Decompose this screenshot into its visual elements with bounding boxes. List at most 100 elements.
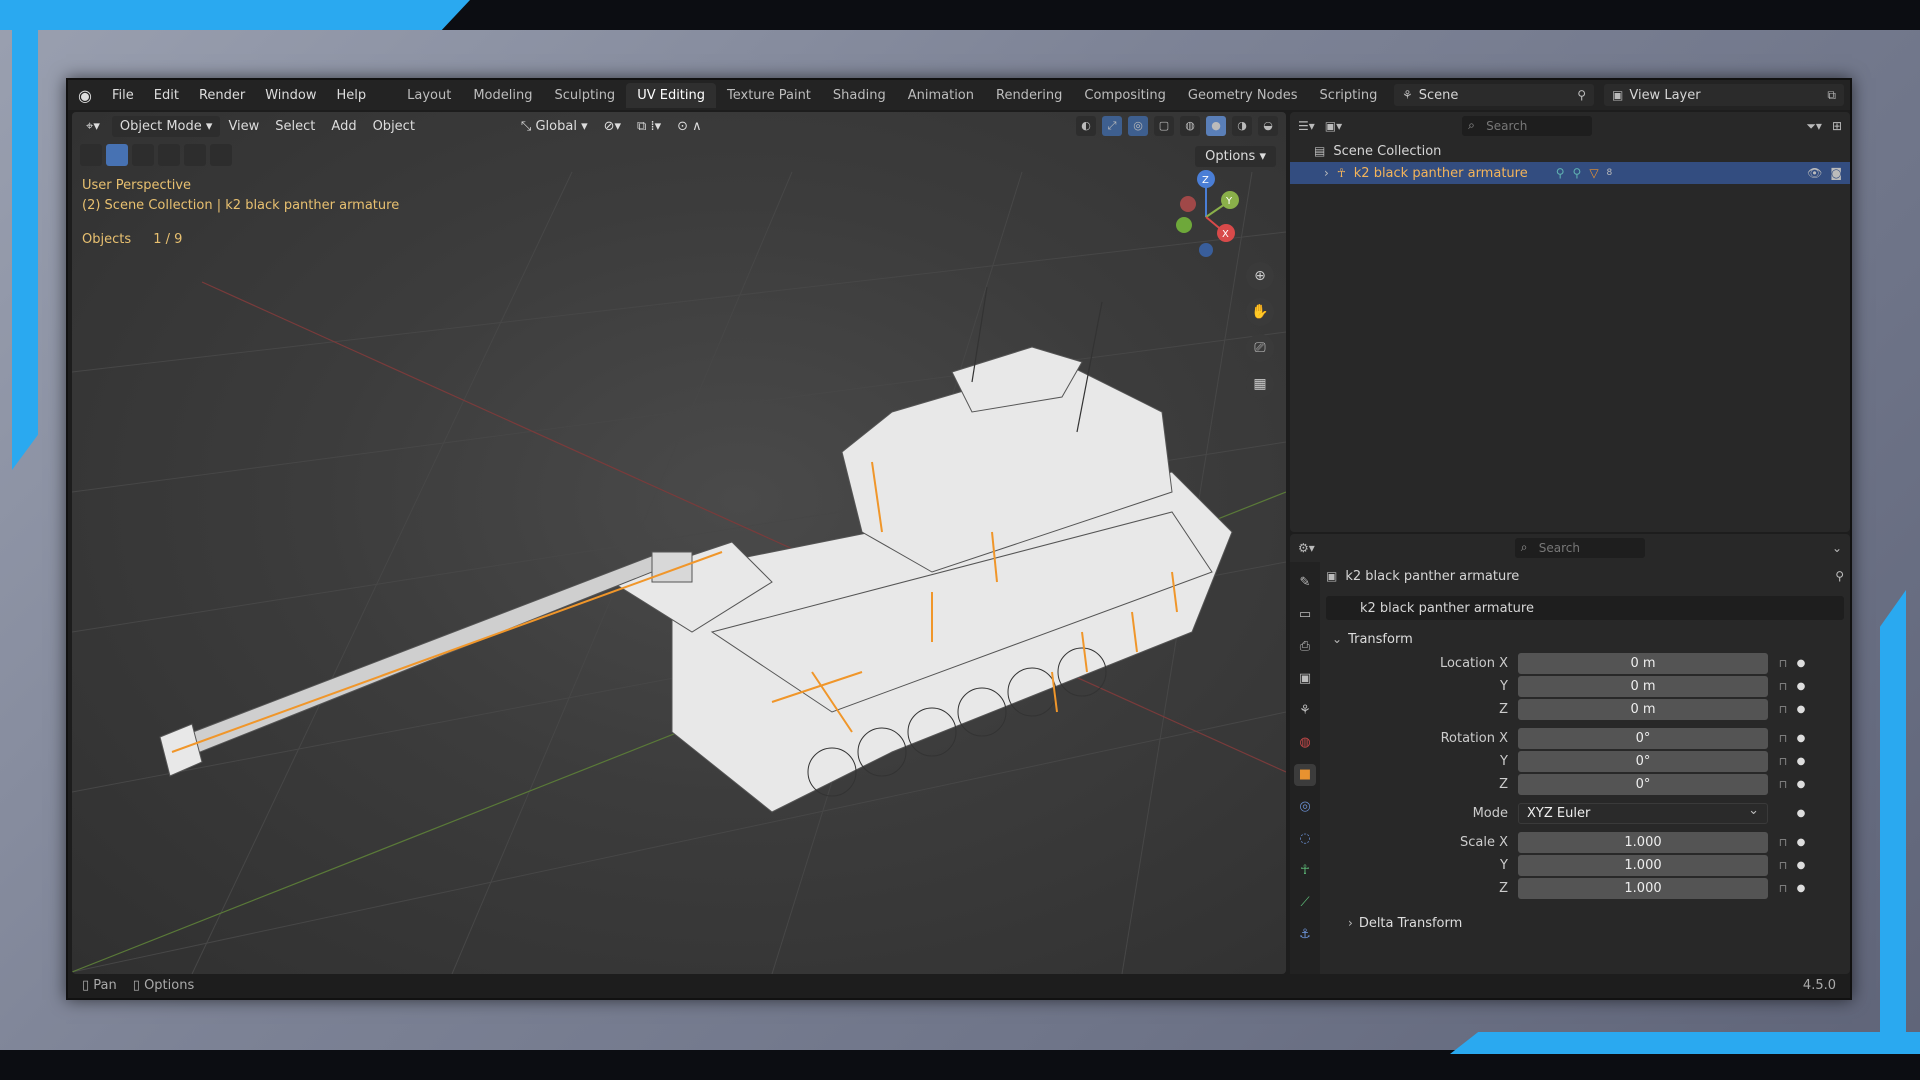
output-tab-icon[interactable]: ⎙ [1294,636,1316,658]
solid-shading-icon[interactable]: ● [1206,116,1226,136]
menu-render[interactable]: Render [189,88,255,103]
lock-icon[interactable]: ⊓ [1772,703,1794,716]
scale-x-field[interactable]: 1.000 [1518,832,1768,853]
rotation-mode-dropdown[interactable]: XYZ Euler [1518,801,1768,824]
armature-data-icon[interactable]: ⚲ [1556,166,1565,180]
blender-logo-icon[interactable]: ◉ [68,86,102,105]
lock-icon[interactable]: ⊓ [1772,755,1794,768]
object-data-tab-icon[interactable]: ☥ [1294,860,1316,882]
select-box-subtract-icon[interactable] [158,144,180,166]
tab-rendering[interactable]: Rendering [985,83,1073,108]
material-shading-icon[interactable]: ◑ [1232,116,1252,136]
select-box-invert-icon[interactable] [184,144,206,166]
overlay-icon[interactable]: ◎ [1128,116,1148,136]
object-tab-icon[interactable]: ■ [1294,764,1316,786]
scene-selector[interactable]: ⚘ Scene ⚲ [1394,84,1594,106]
scale-y-field[interactable]: 1.000 [1518,855,1768,876]
delta-transform-panel-header[interactable]: › Delta Transform [1326,910,1844,936]
visibility-icon[interactable]: ◐ [1076,116,1096,136]
physics-tab-icon[interactable]: ◌ [1294,828,1316,850]
mesh-icon[interactable]: ▽ [1589,166,1598,180]
select-box-extend-icon[interactable] [132,144,154,166]
lock-icon[interactable]: ⊓ [1772,657,1794,670]
lock-icon[interactable]: ⊓ [1772,859,1794,872]
select-box-intersect-icon[interactable] [210,144,232,166]
lock-icon[interactable]: ⊓ [1772,680,1794,693]
outliner-editor-type-icon[interactable]: ☰▾ [1298,119,1315,133]
keyframe-dot-icon[interactable]: ● [1794,808,1808,819]
object-mode-dropdown[interactable]: Object Mode ▾ [111,115,221,137]
perspective-toggle-icon[interactable]: ▦ [1246,370,1274,398]
tab-scripting[interactable]: Scripting [1309,83,1389,108]
camera-render-icon[interactable]: ◙ [1830,166,1842,180]
view-layer-tab-icon[interactable]: ▣ [1294,668,1316,690]
pan-hand-icon[interactable]: ✋ [1246,298,1274,326]
camera-view-icon[interactable]: ⎚ [1246,334,1274,362]
rotation-y-field[interactable]: 0° [1518,751,1768,772]
outliner-search-input[interactable]: Search [1462,115,1593,136]
tab-compositing[interactable]: Compositing [1073,83,1177,108]
outliner-item-armature[interactable]: › ☥ k2 black panther armature ⚲ ⚲ ▽ 8 👁 … [1290,162,1850,184]
lock-icon[interactable]: ⊓ [1772,836,1794,849]
location-y-field[interactable]: 0 m [1518,676,1768,697]
transform-panel-header[interactable]: ⌄ Transform [1326,626,1844,652]
menu-edit[interactable]: Edit [144,88,189,103]
transform-orientation-dropdown[interactable]: ⤡ Global ▾ [513,116,596,137]
zoom-icon[interactable]: ⊕ [1246,262,1274,290]
tab-layout[interactable]: Layout [396,83,462,108]
render-tab-icon[interactable]: ▭ [1294,604,1316,626]
tab-texture-paint[interactable]: Texture Paint [716,83,822,108]
chevron-down-icon[interactable]: ⌄ [1832,541,1842,555]
navigation-gizmo[interactable]: Z Y X [1156,162,1256,272]
select-box-new-icon[interactable] [106,144,128,166]
snap-icon[interactable]: ⧉ ⁞▾ [629,116,669,137]
menu-select[interactable]: Select [267,116,323,137]
tab-modeling[interactable]: Modeling [462,83,543,108]
tab-geometry-nodes[interactable]: Geometry Nodes [1177,83,1309,108]
copy-icon[interactable]: ⧉ [1827,88,1836,103]
object-name-field[interactable]: k2 black panther armature [1326,596,1844,620]
keyframe-dot-icon[interactable]: ● [1794,779,1808,790]
lock-icon[interactable]: ⊓ [1772,732,1794,745]
keyframe-dot-icon[interactable]: ● [1794,883,1808,894]
chevron-right-icon[interactable]: › [1324,166,1329,180]
outliner-scene-collection[interactable]: ▤ Scene Collection [1290,140,1850,162]
scene-tab-icon[interactable]: ⚘ [1294,700,1316,722]
tab-sculpting[interactable]: Sculpting [543,83,626,108]
rotation-z-field[interactable]: 0° [1518,774,1768,795]
keyframe-dot-icon[interactable]: ● [1794,837,1808,848]
pose-icon[interactable]: ⚲ [1573,166,1582,180]
new-collection-icon[interactable]: ⊞ [1832,119,1842,133]
tab-shading[interactable]: Shading [822,83,897,108]
bone-constraint-tab-icon[interactable]: ⚓ [1294,924,1316,946]
menu-object[interactable]: Object [365,116,423,137]
location-x-field[interactable]: 0 m [1518,653,1768,674]
menu-help[interactable]: Help [327,88,377,103]
rotation-x-field[interactable]: 0° [1518,728,1768,749]
editor-type-icon[interactable]: ⌖▾ [78,116,108,137]
rendered-shading-icon[interactable]: ◒ [1258,116,1278,136]
tab-animation[interactable]: Animation [897,83,985,108]
menu-window[interactable]: Window [255,88,326,103]
tab-uv-editing[interactable]: UV Editing [626,82,717,108]
keyframe-dot-icon[interactable]: ● [1794,681,1808,692]
scale-z-field[interactable]: 1.000 [1518,878,1768,899]
filter-icon[interactable]: ⏷▾ [1806,119,1822,134]
keyframe-dot-icon[interactable]: ● [1794,658,1808,669]
display-mode-icon[interactable]: ▣▾ [1325,119,1342,133]
location-z-field[interactable]: 0 m [1518,699,1768,720]
lock-icon[interactable]: ⊓ [1772,882,1794,895]
world-tab-icon[interactable]: ◍ [1294,732,1316,754]
menu-add[interactable]: Add [323,116,364,137]
eye-icon[interactable]: 👁 [1807,166,1822,180]
menu-view[interactable]: View [220,116,267,137]
gizmo-icon[interactable]: ⤢ [1102,116,1122,136]
lock-icon[interactable]: ⊓ [1772,778,1794,791]
keyframe-dot-icon[interactable]: ● [1794,860,1808,871]
view-layer-selector[interactable]: ▣ View Layer ⧉ [1604,84,1844,106]
modifier-tab-icon[interactable]: ◎ [1294,796,1316,818]
proportional-edit-icon[interactable]: ⊙ ∧ [669,116,710,137]
keyframe-dot-icon[interactable]: ● [1794,704,1808,715]
keyframe-dot-icon[interactable]: ● [1794,756,1808,767]
tool-tab-icon[interactable]: ✎ [1294,572,1316,594]
